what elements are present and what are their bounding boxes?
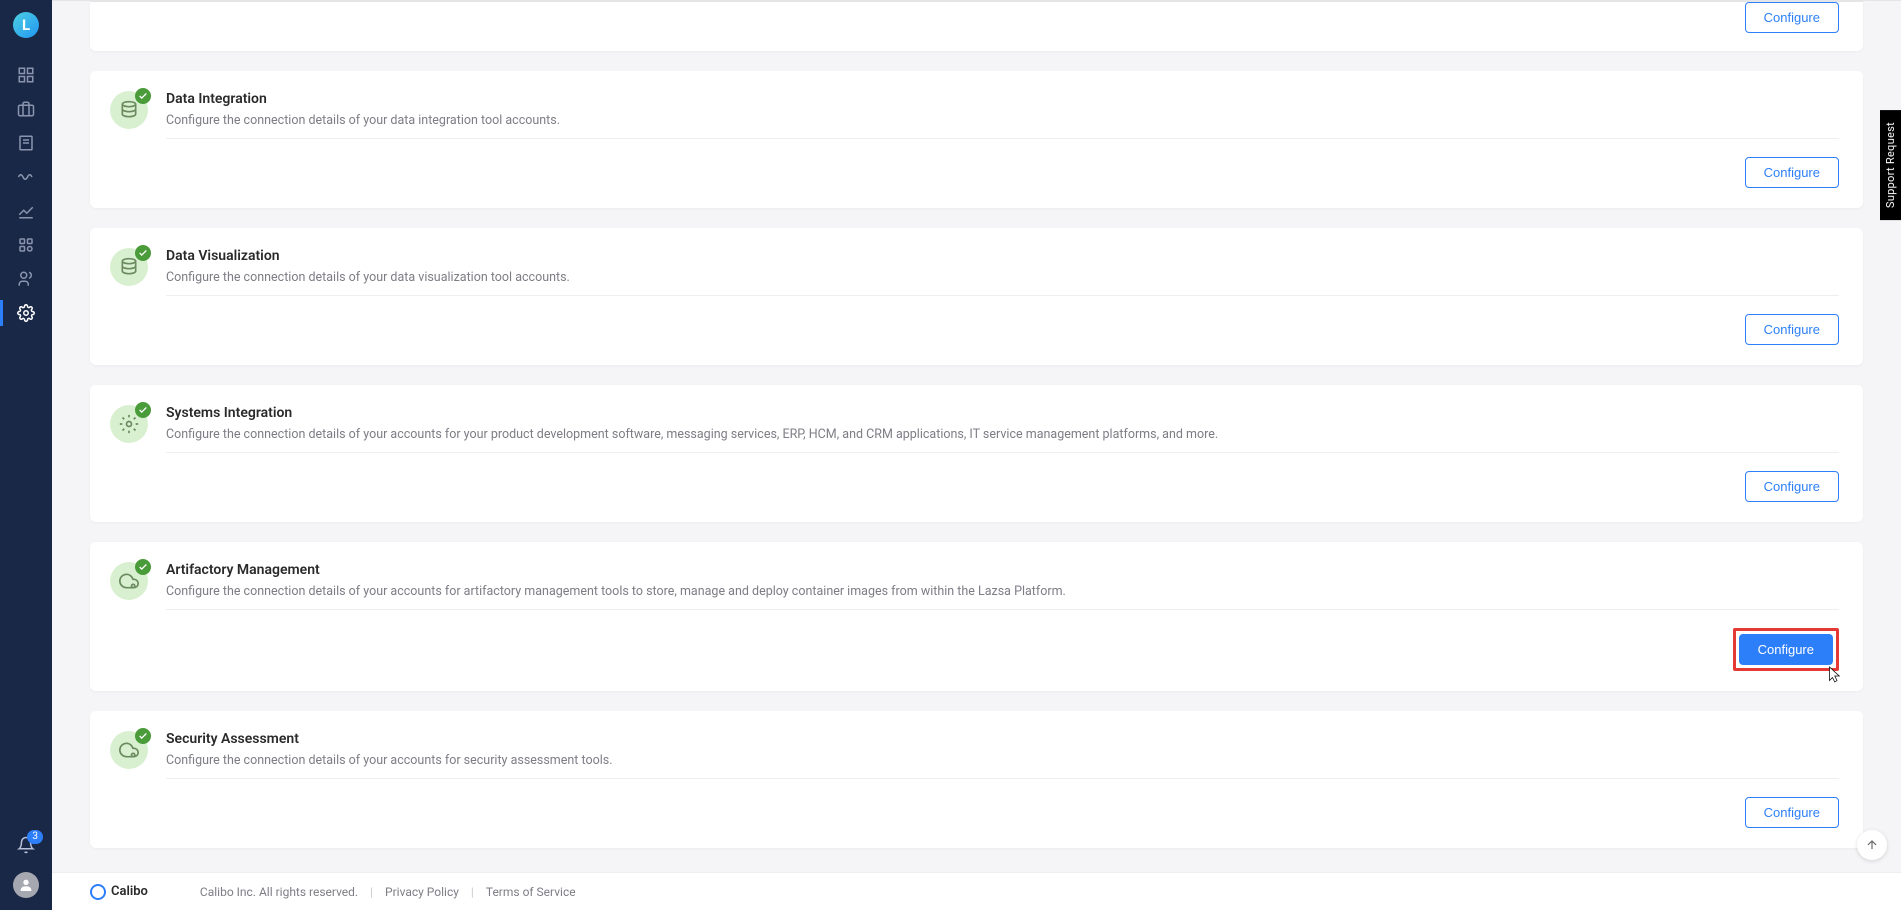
user-icon [18, 877, 34, 893]
nav-chart[interactable] [0, 194, 52, 228]
apps-icon [17, 236, 35, 254]
settings-card: Systems Integration Configure the connec… [90, 385, 1863, 522]
app-logo[interactable]: L [13, 12, 39, 38]
footer-privacy-link[interactable]: Privacy Policy [385, 885, 459, 899]
card-icon-database [110, 91, 148, 129]
scroll-to-top-button[interactable] [1857, 830, 1887, 860]
footer-terms-link[interactable]: Terms of Service [486, 885, 576, 899]
card-icon-cloud [110, 731, 148, 769]
card-description: Configure the connection details of your… [166, 427, 1839, 453]
notification-badge: 3 [27, 830, 43, 844]
gear-icon [17, 304, 35, 322]
card-icon-database [110, 248, 148, 286]
nav-briefcase[interactable] [0, 92, 52, 126]
card-title: Data Visualization [166, 248, 1839, 264]
briefcase-icon [17, 100, 35, 118]
check-badge-icon [135, 559, 151, 575]
notifications-button[interactable]: 3 [17, 836, 35, 858]
footer-logo-icon [90, 884, 106, 900]
configure-button[interactable]: Configure [1739, 634, 1833, 665]
card-icon-gear [110, 405, 148, 443]
configure-button[interactable]: Configure [1745, 471, 1839, 502]
card-title: Security Assessment [166, 731, 1839, 747]
card-title: Artifactory Management [166, 562, 1839, 578]
document-icon [17, 134, 35, 152]
chart-line-icon [17, 202, 35, 220]
users-icon [17, 270, 35, 288]
card-description: Configure the connection details of your… [166, 270, 1839, 296]
settings-card-partial: Configure [90, 1, 1863, 51]
nav-analytics[interactable] [0, 160, 52, 194]
check-badge-icon [135, 245, 151, 261]
footer-brand-text: Calibo [111, 884, 148, 899]
nav-dashboard[interactable] [0, 58, 52, 92]
sidebar: L 3 [0, 0, 52, 910]
grid-icon [17, 66, 35, 84]
support-request-tab[interactable]: Support Request [1880, 110, 1901, 220]
check-badge-icon [135, 88, 151, 104]
card-title: Systems Integration [166, 405, 1839, 421]
card-description: Configure the connection details of your… [166, 584, 1839, 610]
check-badge-icon [135, 728, 151, 744]
wave-icon [17, 168, 35, 186]
footer-brand: Calibo [90, 884, 148, 900]
settings-card: Security Assessment Configure the connec… [90, 711, 1863, 848]
settings-card: Data Integration Configure the connectio… [90, 71, 1863, 208]
nav-document[interactable] [0, 126, 52, 160]
card-icon-cloud [110, 562, 148, 600]
settings-card: Data Visualization Configure the connect… [90, 228, 1863, 365]
nav-users[interactable] [0, 262, 52, 296]
card-description: Configure the connection details of your… [166, 113, 1839, 139]
settings-card: Artifactory Management Configure the con… [90, 542, 1863, 691]
arrow-up-icon [1865, 838, 1879, 852]
footer: Calibo Calibo Inc. All rights reserved. … [52, 872, 1901, 910]
nav-apps[interactable] [0, 228, 52, 262]
nav-settings[interactable] [0, 296, 52, 330]
configure-button[interactable]: Configure [1745, 314, 1839, 345]
card-title: Data Integration [166, 91, 1839, 107]
main-content: Configure Data Integration Configure the… [52, 0, 1901, 872]
card-description: Configure the connection details of your… [166, 753, 1839, 779]
configure-button[interactable]: Configure [1745, 2, 1839, 33]
check-badge-icon [135, 402, 151, 418]
configure-button[interactable]: Configure [1745, 157, 1839, 188]
configure-button[interactable]: Configure [1745, 797, 1839, 828]
footer-copyright: Calibo Inc. All rights reserved. [200, 885, 358, 899]
user-avatar[interactable] [13, 872, 39, 898]
highlight-annotation: Configure [1733, 628, 1839, 671]
